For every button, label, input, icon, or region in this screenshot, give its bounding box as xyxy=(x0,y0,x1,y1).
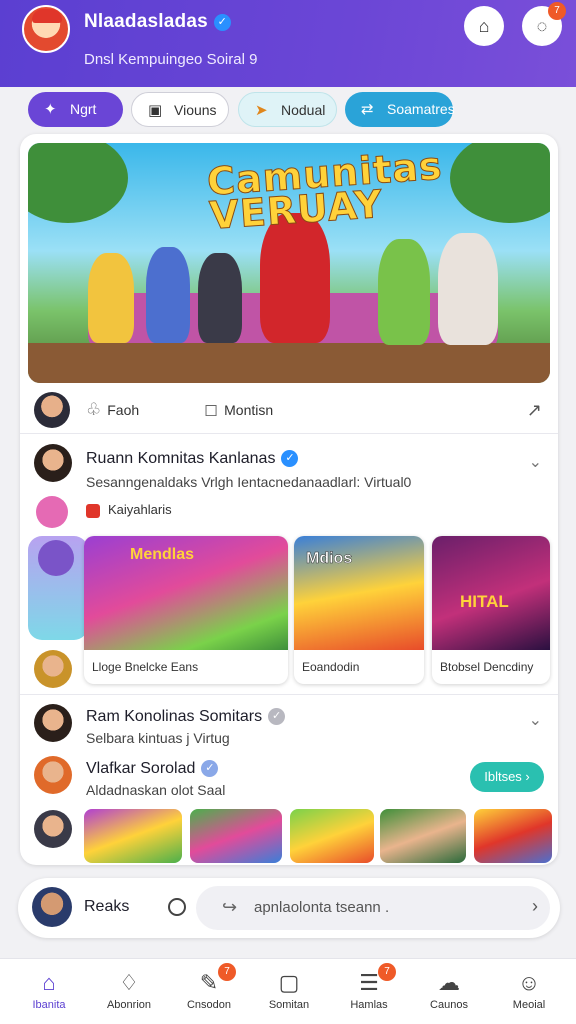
bag-icon: ⌂ xyxy=(478,16,490,36)
chevron-down-icon[interactable]: ⌄ xyxy=(529,710,542,730)
bell-icon: ♢ xyxy=(119,970,139,995)
video-icon: ▣ xyxy=(148,102,163,119)
post-title[interactable]: Ram Konolinas Somitars ✓ xyxy=(86,708,286,726)
thumbnail[interactable] xyxy=(190,809,282,863)
avatar[interactable] xyxy=(32,887,72,927)
home-icon: ⌂ xyxy=(42,970,56,995)
post-tag: Kaiyahlaris xyxy=(108,502,172,517)
thumbnail[interactable] xyxy=(474,809,552,863)
verified-icon: ✓ xyxy=(268,708,286,725)
post-item: Ruann Komnitas Kanlanas ✓ Sesanngenaldaks… xyxy=(20,440,558,540)
card-caption: Btobsel Dencdiny xyxy=(440,660,534,674)
post-subtitle: Sesanngenaldaks Vrlgh Ientacnedanaadlarl… xyxy=(86,474,412,490)
tab-cnsodon[interactable]: ✎ Cnsodon 7 xyxy=(168,959,250,1024)
content-card[interactable]: Mendlas Lloge Bnelcke Eans xyxy=(84,536,288,684)
flag-icon xyxy=(86,504,100,518)
user-icon: ☺ xyxy=(517,970,541,995)
avatar[interactable] xyxy=(34,444,72,482)
chat-icon: ◌ xyxy=(536,16,548,36)
chip-nodual[interactable]: ➤ Nodual xyxy=(238,92,337,127)
post-actions: ♧ Faoh ◻ Montisn ↗ xyxy=(20,390,558,434)
post-title[interactable]: Vlafkar Sorolad ✓ xyxy=(86,760,219,778)
avatar[interactable] xyxy=(38,540,74,576)
thumbs-up-icon: ♧ xyxy=(86,400,102,419)
notifications-button[interactable]: ◌ 7 xyxy=(522,2,566,46)
tab-hamlas[interactable]: ☰ Hamlas 7 xyxy=(328,959,410,1024)
chevron-down-icon[interactable]: ⌄ xyxy=(529,452,542,472)
share-icon: ↗ xyxy=(526,400,542,420)
post-title[interactable]: Ruann Komnitas Kanlanas ✓ xyxy=(86,450,299,468)
cart-button[interactable]: ⌂ xyxy=(464,6,504,46)
group-icon: ☁ xyxy=(438,970,460,995)
circle-icon[interactable] xyxy=(168,898,186,916)
square-icon: ▢ xyxy=(278,970,300,995)
avatar[interactable] xyxy=(34,810,72,848)
post-subtitle: Selbara kintuas j Virtug xyxy=(86,730,230,746)
post-subtitle: Aldadnaskan olot Saal xyxy=(86,782,226,798)
message-icon: ☰ xyxy=(359,970,379,995)
chip-ngrt[interactable]: ✦ Ngrt xyxy=(28,92,123,127)
divider xyxy=(20,694,558,695)
thumbnail[interactable] xyxy=(380,809,466,863)
arrow-icon: ➤ xyxy=(255,102,268,119)
card-art-title: HITAL xyxy=(460,592,509,611)
chip-soamatres[interactable]: ⇄ Soamatres xyxy=(345,92,455,127)
avatar[interactable] xyxy=(34,756,72,794)
content-card[interactable]: HITAL Btobsel Dencdiny xyxy=(432,536,550,684)
filter-chips: ✦ Ngrt ▣ Viouns ➤ Nodual ⇄ Soamatres xyxy=(28,92,558,128)
search-bar: Reaks ↪ apnlaolonta tseann . › xyxy=(18,878,560,938)
content-card[interactable]: Mdios Eoandodin xyxy=(294,536,424,684)
sparkle-icon: ✦ xyxy=(44,101,57,118)
avatar[interactable] xyxy=(34,704,72,742)
card-art-title: Mdios xyxy=(306,550,353,568)
thumbnail[interactable] xyxy=(84,809,182,863)
post-item: Vlafkar Sorolad ✓ Aldadnaskan olot Saal I… xyxy=(20,754,558,804)
share-icon: ↪ xyxy=(222,897,238,917)
avatar[interactable] xyxy=(34,392,70,428)
share-icon: ⇄ xyxy=(361,101,374,118)
notification-badge: 7 xyxy=(548,2,566,20)
tab-badge: 7 xyxy=(218,963,236,981)
chip-viouns[interactable]: ▣ Viouns xyxy=(131,92,229,127)
hero-image[interactable]: Camunitas VERUAY xyxy=(28,143,550,383)
tab-caunos[interactable]: ☁ Caunos xyxy=(408,959,490,1024)
feather-icon: ✎ xyxy=(199,970,219,995)
tab-badge: 7 xyxy=(378,963,396,981)
avatar[interactable] xyxy=(22,5,70,53)
card-caption: Eoandodin xyxy=(302,660,360,674)
thumbnail[interactable] xyxy=(290,809,374,863)
share-button[interactable]: ↗ xyxy=(527,400,542,421)
search-label: Reaks xyxy=(84,898,130,915)
verified-icon: ✓ xyxy=(281,450,299,467)
follow-button[interactable]: Ibltses › xyxy=(470,762,544,792)
avatar[interactable] xyxy=(34,650,72,688)
page-subtitle: Dnsl Kempuingeo Soiral 9 xyxy=(84,51,258,68)
heart-icon[interactable] xyxy=(36,496,68,528)
card-caption: Lloge Bnelcke Eans xyxy=(92,660,199,674)
feed-card: Camunitas VERUAY ♧ Faoh ◻ Montisn ↗ Ruann … xyxy=(20,134,558,865)
search-placeholder: apnlaolonta tseann . xyxy=(254,899,390,916)
verified-icon: ✓ xyxy=(213,14,231,31)
tab-meoial[interactable]: ☺ Meoial xyxy=(488,959,570,1024)
bottom-tab-bar: ⌂ Ibanita ♢ Abonrion ✎ Cnsodon 7 ▢ Somit… xyxy=(0,958,576,1024)
post-item: Ram Konolinas Somitars ✓ Selbara kintuas … xyxy=(20,702,558,752)
tab-somitan[interactable]: ▢ Somitan xyxy=(248,959,330,1024)
comment-button[interactable]: ◻ Montisn xyxy=(204,400,273,420)
page-title: Nlaadasladas ✓ xyxy=(84,11,231,33)
app-header: Nlaadasladas ✓ Dnsl Kempuingeo Soiral 9 ⌂… xyxy=(0,0,576,87)
card-art-title: Mendlas xyxy=(130,546,195,563)
search-input[interactable]: ↪ apnlaolonta tseann . › xyxy=(196,886,550,930)
react-button[interactable]: ♧ Faoh xyxy=(86,400,139,420)
chevron-right-icon[interactable]: › xyxy=(532,896,538,917)
verified-icon: ✓ xyxy=(201,760,219,777)
tab-abonrion[interactable]: ♢ Abonrion xyxy=(88,959,170,1024)
comment-icon: ◻ xyxy=(204,400,219,419)
tab-ibanita[interactable]: ⌂ Ibanita xyxy=(8,959,90,1024)
